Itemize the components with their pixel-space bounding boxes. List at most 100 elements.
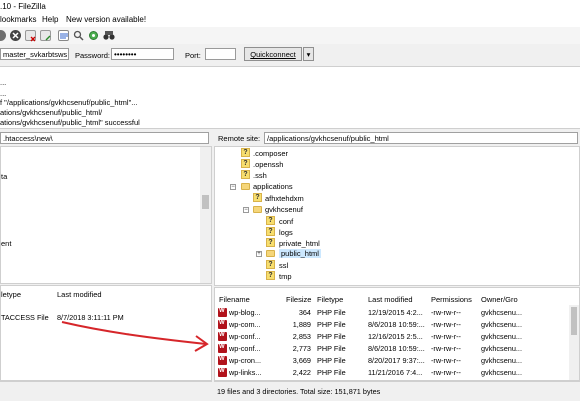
file-type: PHP File <box>317 368 346 377</box>
quickconnect-dropdown[interactable]: ▾ <box>303 47 314 61</box>
file-name: wp-cron... <box>229 356 262 365</box>
expand-toggle[interactable]: + <box>256 251 262 257</box>
file-modified: 12/19/2015 4:2... <box>368 308 423 317</box>
folder-unknown-icon: ? <box>266 216 275 225</box>
table-row[interactable]: wp-conf... 2,773 PHP File 8/6/2018 10:59… <box>215 343 567 354</box>
table-row[interactable]: wp-blog... 364 PHP File 12/19/2015 4:2..… <box>215 307 567 318</box>
tree-item-gvkhcsenuf[interactable]: gvkhcsenuf <box>265 205 303 214</box>
folder-unknown-icon: ? <box>266 271 275 280</box>
local-path-field[interactable]: .htaccess\new\ <box>0 132 209 144</box>
tree-item-ssh[interactable]: .ssh <box>253 171 267 180</box>
port-label: Port: <box>185 51 201 60</box>
quickconnect-bar: master_svkarbtsws Password: •••••••• Por… <box>0 44 580 67</box>
port-field[interactable] <box>205 48 236 60</box>
file-modified: 8/6/2018 10:59:... <box>368 344 425 353</box>
file-owner: gvkhcsenu... <box>481 320 522 329</box>
col-last-modified[interactable]: Last modified <box>368 295 413 304</box>
tree-item-afhxtehdxm[interactable]: afhxtehdxm <box>265 194 304 203</box>
file-modified: 8/20/2017 9:37:... <box>368 356 425 365</box>
partial-icon[interactable] <box>0 30 6 41</box>
file-type: PHP File <box>317 356 346 365</box>
log-line: f "/applications/gvkhcsenuf/public_html"… <box>0 98 138 107</box>
local-file-type: TACCESS File <box>1 313 49 322</box>
local-file-row[interactable]: TACCESS File 8/7/2018 3:11:11 PM <box>1 312 151 323</box>
file-permissions: -rw-rw-r-- <box>431 368 461 377</box>
file-owner: gvkhcsenu... <box>481 344 522 353</box>
folder-icon <box>253 206 262 213</box>
file-owner: gvkhcsenu... <box>481 356 522 365</box>
tree-item-private-html[interactable]: private_html <box>279 239 320 248</box>
file-size: 2,773 <box>292 344 311 353</box>
log-line: ations/gvkhcsenuf/public_html" successfu… <box>0 118 140 127</box>
log-line: ations/gvkhcsenuf/public_html/ <box>0 108 103 117</box>
menu-new-version[interactable]: New version available! <box>66 15 146 24</box>
col-filesize[interactable]: Filesize <box>286 295 311 304</box>
tree-item-public-html[interactable]: public_html <box>279 249 321 258</box>
binoculars-icon[interactable] <box>103 30 115 41</box>
local-tree-pane[interactable]: ta ent <box>0 146 212 284</box>
folder-icon <box>241 183 250 190</box>
title-bar: .10 - FileZilla <box>0 0 580 14</box>
username-field[interactable]: master_svkarbtsws <box>0 48 69 60</box>
file-name: wp-com... <box>229 320 261 329</box>
col-owner[interactable]: Owner/Gro <box>481 295 518 304</box>
file-permissions: -rw-rw-r-- <box>431 356 461 365</box>
local-site-bar: .htaccess\new\ <box>0 129 212 146</box>
disconnect-icon[interactable] <box>25 30 36 42</box>
tree-item-logs[interactable]: logs <box>279 228 293 237</box>
table-row[interactable]: wp-com... 1,889 PHP File 8/6/2018 10:59:… <box>215 319 567 330</box>
reconnect-icon[interactable] <box>40 30 51 41</box>
php-file-icon <box>218 368 227 377</box>
table-row[interactable]: wp-conf... 2,853 PHP File 12/16/2015 2:5… <box>215 331 567 342</box>
sync-icon[interactable] <box>88 30 99 41</box>
local-tree-scroll-thumb[interactable] <box>202 195 209 209</box>
filter-icon[interactable] <box>58 30 69 41</box>
menu-help[interactable]: Help <box>42 15 58 24</box>
remote-site-label: Remote site: <box>218 134 261 143</box>
table-row[interactable]: wp-cron... 3,669 PHP File 8/20/2017 9:37… <box>215 355 567 366</box>
folder-unknown-icon: ? <box>253 193 262 202</box>
file-type: PHP File <box>317 308 346 317</box>
col-filename[interactable]: Filename <box>219 295 250 304</box>
tree-item-composer[interactable]: .composer <box>253 149 288 158</box>
password-field[interactable]: •••••••• <box>111 48 174 60</box>
local-col-filetype[interactable]: letype <box>1 290 21 299</box>
file-permissions: -rw-rw-r-- <box>431 344 461 353</box>
php-file-icon <box>218 320 227 329</box>
file-size: 2,853 <box>292 332 311 341</box>
toolbar <box>0 27 580 45</box>
menu-bookmarks[interactable]: lookmarks <box>0 15 36 24</box>
collapse-toggle[interactable]: − <box>243 207 249 213</box>
file-type: PHP File <box>317 344 346 353</box>
col-permissions[interactable]: Permissions <box>431 295 472 304</box>
remote-file-list[interactable]: Filename Filesize Filetype Last modified… <box>214 287 580 381</box>
local-file-list[interactable]: letype Last modified TACCESS File 8/7/20… <box>0 285 212 381</box>
file-name: wp-conf... <box>229 332 261 341</box>
file-modified: 11/21/2016 7:4... <box>368 368 423 377</box>
table-row[interactable]: wp-links... 2,422 PHP File 11/21/2016 7:… <box>215 367 567 378</box>
col-filetype[interactable]: Filetype <box>317 295 343 304</box>
quickconnect-button[interactable]: Quickconnect <box>244 47 302 61</box>
remote-status-text: 19 files and 3 directories. Total size: … <box>217 387 381 396</box>
remote-file-scroll-thumb[interactable] <box>571 307 577 335</box>
message-log: ... ... f "/applications/gvkhcsenuf/publ… <box>0 67 580 129</box>
tree-item-ssl[interactable]: ssl <box>279 261 288 270</box>
tree-item-applications[interactable]: applications <box>253 182 293 191</box>
remote-status-bar: 19 files and 3 directories. Total size: … <box>214 381 580 401</box>
tree-item-conf[interactable]: conf <box>279 217 293 226</box>
tree-item-openssh[interactable]: .openssh <box>253 160 283 169</box>
remote-file-scrollbar[interactable] <box>569 305 579 380</box>
cancel-icon[interactable] <box>10 30 21 41</box>
file-type: PHP File <box>317 332 346 341</box>
remote-path-field[interactable]: /applications/gvkhcsenuf/public_html <box>264 132 578 144</box>
local-col-last-modified[interactable]: Last modified <box>57 290 102 299</box>
search-icon[interactable] <box>73 30 84 41</box>
file-owner: gvkhcsenu... <box>481 332 522 341</box>
folder-icon <box>266 250 275 257</box>
local-tree-scrollbar[interactable] <box>200 147 211 283</box>
password-label: Password: <box>75 51 111 60</box>
file-name: wp-blog... <box>229 308 261 317</box>
remote-tree-pane[interactable]: ? .composer ? .openssh ? .ssh − applicat… <box>214 146 580 286</box>
collapse-toggle[interactable]: − <box>230 184 236 190</box>
tree-item-tmp[interactable]: tmp <box>279 272 292 281</box>
